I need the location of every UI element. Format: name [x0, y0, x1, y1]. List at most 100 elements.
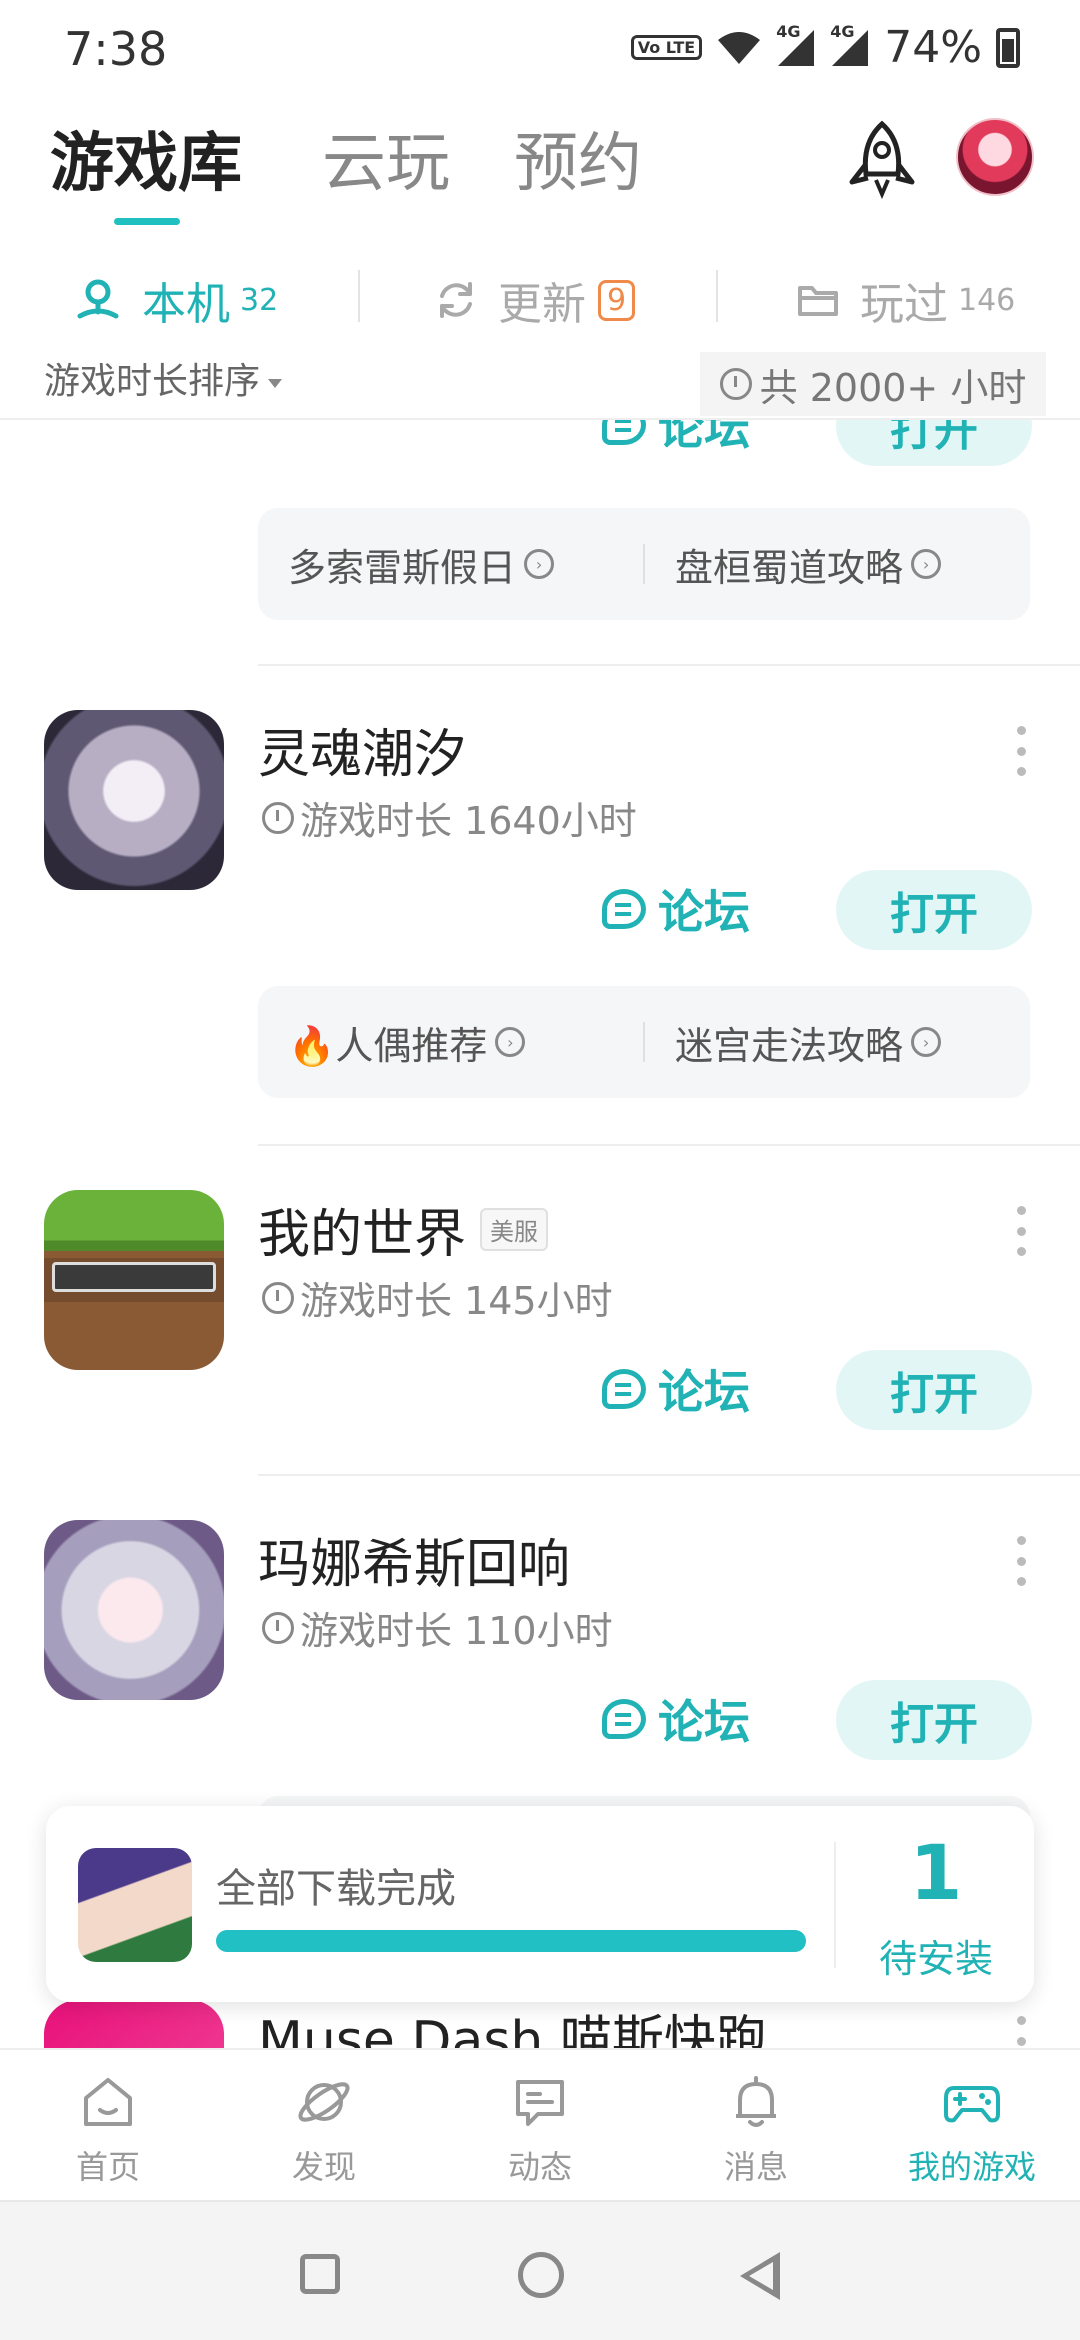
guide-box: 🔥人偶推荐 › 迷宫走法攻略 › — [258, 986, 1030, 1098]
refresh-icon — [440, 282, 472, 318]
game-playtime-text: 游戏时长 1640小时 — [300, 799, 637, 843]
local-device-icon — [77, 279, 119, 319]
back-button[interactable] — [740, 2252, 780, 2300]
pending-install-label[interactable]: 待安装 — [836, 1928, 1036, 1983]
open-button[interactable]: 打开 — [836, 1350, 1032, 1430]
subtab-local-label: 本机 — [142, 279, 230, 330]
chevron-right-icon: › — [911, 549, 942, 579]
signal-icon-2: 4G — [830, 22, 870, 68]
recent-apps-button[interactable] — [300, 2254, 340, 2294]
chevron-right-icon: › — [524, 549, 555, 579]
timer-icon — [262, 801, 294, 834]
more-options-icon[interactable] — [1014, 1206, 1028, 1256]
download-card[interactable]: 全部下载完成 1 待安装 — [46, 1806, 1034, 2002]
timer-icon — [719, 368, 752, 400]
game-title-row: 我的世界 美服 — [258, 1192, 549, 1267]
game-icon-soul-tide[interactable] — [44, 710, 224, 890]
system-nav-bar — [0, 2200, 1080, 2340]
guide-link[interactable]: 多索雷斯假日 › — [258, 537, 643, 592]
sort-dropdown[interactable]: 游戏时长排序 — [44, 352, 283, 404]
subtab-divider — [716, 270, 718, 322]
folder-icon — [798, 286, 838, 316]
guide-label: 迷宫走法攻略 — [675, 1023, 904, 1068]
update-count-badge: 9 — [598, 279, 636, 321]
server-tag: 美服 — [480, 1208, 549, 1251]
download-status-text: 全部下载完成 — [216, 1866, 456, 1912]
battery-icon — [996, 27, 1020, 68]
sort-label: 游戏时长排序 — [44, 361, 261, 402]
forum-button[interactable]: 论坛 — [602, 420, 750, 458]
status-time: 7:38 — [64, 22, 168, 76]
guide-link[interactable]: 迷宫走法攻略 › — [645, 1015, 1030, 1070]
tab-game-library[interactable]: 游戏库 — [50, 112, 242, 204]
forum-label: 论坛 — [658, 1695, 750, 1749]
forum-button[interactable]: 论坛 — [602, 876, 750, 942]
game-name[interactable]: Muse Dash 喵斯快跑 — [258, 1998, 768, 2050]
forum-icon — [602, 1699, 646, 1739]
wifi-icon — [718, 31, 761, 64]
nav-home-label: 首页 — [75, 2148, 140, 2186]
game-icon-minecraft[interactable] — [44, 1190, 224, 1370]
nav-my-games-label: 我的游戏 — [907, 2148, 1036, 2186]
subtab-update[interactable]: 更新 9 — [434, 268, 636, 332]
open-button[interactable]: 打开 — [836, 870, 1032, 950]
signal-icon-1: 4G — [776, 22, 816, 68]
forum-button[interactable]: 论坛 — [602, 1686, 750, 1752]
subtab-played-label: 玩过 — [860, 279, 948, 330]
tab-cloud-play[interactable]: 云玩 — [322, 112, 450, 204]
guide-link[interactable]: 盘桓蜀道攻略 › — [645, 537, 1030, 592]
nav-discover-label: 发现 — [291, 2148, 356, 2186]
game-icon-mana-echo[interactable] — [44, 1520, 224, 1700]
download-game-icon — [78, 1848, 192, 1962]
subtab-divider — [358, 270, 360, 322]
row-divider — [258, 1144, 1080, 1146]
more-options-icon[interactable] — [1014, 726, 1028, 776]
rocket-icon[interactable] — [846, 120, 918, 200]
bell-icon — [736, 2076, 776, 2127]
forum-label: 论坛 — [658, 1365, 750, 1419]
chevron-right-icon: › — [911, 1027, 942, 1057]
nav-my-games[interactable]: 我的游戏 — [864, 2050, 1080, 2198]
user-avatar[interactable] — [956, 118, 1034, 196]
nav-feed[interactable]: 动态 — [432, 2050, 648, 2198]
home-button[interactable] — [518, 2252, 564, 2298]
game-playtime-text: 游戏时长 110小时 — [300, 1609, 613, 1653]
game-icon-muse-dash[interactable] — [44, 2000, 224, 2050]
total-playtime-text: 共 2000+ 小时 — [759, 365, 1027, 410]
pending-install-count[interactable]: 1 — [836, 1828, 1036, 1917]
minecraft-logo — [52, 1262, 216, 1292]
row-divider — [258, 664, 1080, 666]
forum-label: 论坛 — [658, 420, 750, 455]
open-button[interactable]: 打开 — [836, 1680, 1032, 1760]
nav-messages[interactable]: 消息 — [648, 2050, 864, 2198]
status-icons: Vo LTE 4G 4G 74% — [630, 22, 1020, 73]
download-progress-fill — [216, 1930, 806, 1952]
nav-discover[interactable]: 发现 — [216, 2050, 432, 2198]
more-options-icon[interactable] — [1014, 1536, 1028, 1586]
planet-icon — [298, 2082, 350, 2122]
more-options-icon[interactable] — [1014, 2016, 1028, 2050]
forum-icon — [602, 1369, 646, 1409]
forum-button[interactable]: 论坛 — [602, 1356, 750, 1422]
guide-label: 盘桓蜀道攻略 — [675, 545, 904, 590]
guide-label: 多索雷斯假日 — [288, 545, 517, 590]
gamepad-icon — [944, 2086, 1000, 2123]
game-name[interactable]: 我的世界 — [258, 1192, 466, 1267]
open-button[interactable]: 打开 — [836, 420, 1032, 466]
tab-reservation[interactable]: 预约 — [514, 112, 642, 204]
total-playtime: 共 2000+ 小时 — [700, 352, 1046, 416]
guide-label: 🔥人偶推荐 — [288, 1023, 488, 1068]
subtab-local[interactable]: 本机 32 — [74, 268, 278, 332]
subtab-played[interactable]: 玩过 146 — [796, 268, 1015, 332]
nav-messages-label: 消息 — [723, 2148, 788, 2186]
row-divider — [258, 1474, 1080, 1476]
game-name[interactable]: 玛娜希斯回响 — [258, 1522, 570, 1597]
game-playtime: 游戏时长 1640小时 — [262, 790, 637, 845]
nav-home[interactable]: 首页 — [0, 2050, 216, 2198]
game-playtime-text: 游戏时长 145小时 — [300, 1279, 613, 1323]
game-name[interactable]: 灵魂潮汐 — [258, 712, 466, 787]
timer-icon — [262, 1281, 294, 1314]
game-playtime: 游戏时长 145小时 — [262, 1270, 613, 1325]
guide-link[interactable]: 🔥人偶推荐 › — [258, 1015, 643, 1070]
message-icon — [516, 2080, 564, 2126]
